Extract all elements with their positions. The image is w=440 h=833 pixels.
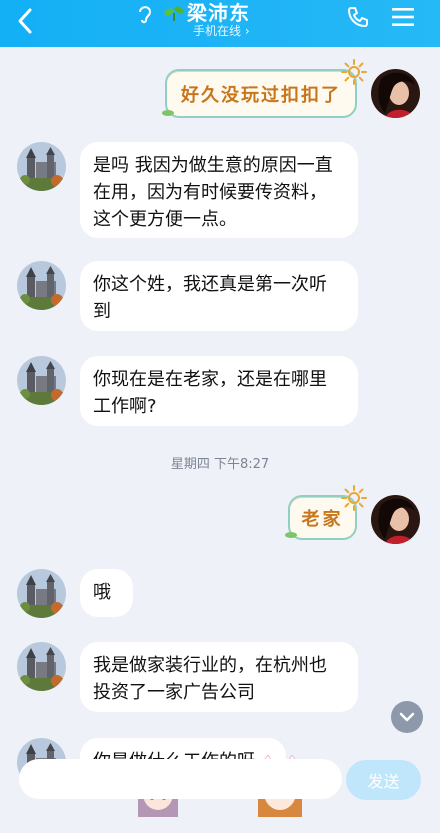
send-button[interactable]: 发送 xyxy=(346,760,421,800)
sun-icon xyxy=(341,59,367,85)
online-status[interactable]: 手机在线 › xyxy=(193,22,250,39)
contact-avatar[interactable] xyxy=(17,142,66,191)
sticker-text: 好久没玩过扣扣了 xyxy=(181,84,341,106)
chat-header: 梁沛东 手机在线 › xyxy=(0,0,440,47)
message-timestamp: 星期四 下午8:27 xyxy=(170,457,270,472)
scroll-to-bottom-button[interactable] xyxy=(391,701,423,733)
outgoing-sticker-message[interactable]: 老家 xyxy=(285,485,367,540)
message-input[interactable] xyxy=(19,759,342,799)
ear-icon xyxy=(139,6,152,24)
leaf-icon xyxy=(285,532,297,538)
message-list[interactable]: 好久没玩过扣扣了 是吗 我因为做生意的原因一直在用，因为有时候要传资料，这个更方… xyxy=(0,47,440,833)
sticker-text: 老家 xyxy=(301,508,344,530)
message-text: 我是做家装行业的，在杭州也投资了一家广告公司 xyxy=(93,655,327,703)
my-avatar[interactable] xyxy=(371,495,420,544)
my-avatar[interactable] xyxy=(371,69,420,118)
message-text: 是吗 我因为做生意的原因一直在用，因为有时候要传资料，这个更方便一点。 xyxy=(93,155,333,230)
incoming-message[interactable]: 我是做家装行业的，在杭州也投资了一家广告公司 xyxy=(80,642,358,712)
contact-avatar[interactable] xyxy=(17,642,66,691)
back-arrow-icon[interactable] xyxy=(10,4,42,40)
phone-icon[interactable] xyxy=(346,5,370,29)
contact-avatar[interactable] xyxy=(17,261,66,310)
sprout-icon xyxy=(164,6,184,21)
message-text: 你这个姓，我还真是第一次听到 xyxy=(93,274,327,322)
contact-avatar[interactable] xyxy=(17,356,66,405)
incoming-message[interactable]: 你现在是在老家，还是在哪里工作啊? xyxy=(80,356,358,426)
incoming-message[interactable]: 是吗 我因为做生意的原因一直在用，因为有时候要传资料，这个更方便一点。 xyxy=(80,142,358,238)
outgoing-sticker-message[interactable]: 好久没玩过扣扣了 xyxy=(162,59,367,118)
leaf-icon xyxy=(162,110,174,116)
chevron-down-icon xyxy=(399,712,415,722)
sun-icon xyxy=(341,485,367,511)
message-text: 哦 xyxy=(93,582,111,603)
message-text: 你现在是在老家，还是在哪里工作啊? xyxy=(93,369,327,417)
incoming-message[interactable]: 你这个姓，我还真是第一次听到 xyxy=(80,261,358,331)
contact-avatar[interactable] xyxy=(17,569,66,618)
incoming-message[interactable]: 哦 xyxy=(80,569,133,617)
menu-icon[interactable] xyxy=(391,7,415,27)
